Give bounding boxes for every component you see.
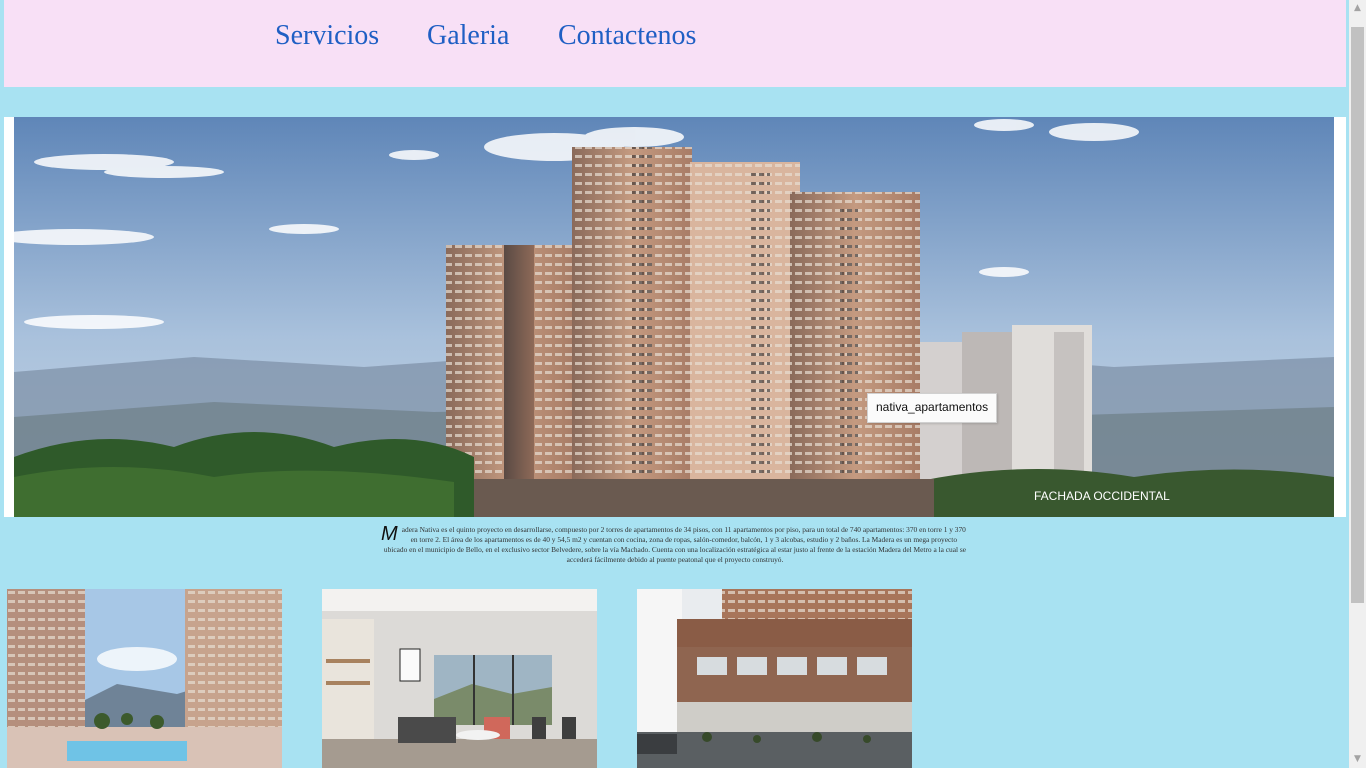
- gallery-image-facade[interactable]: [637, 589, 912, 768]
- description-text: adera Nativa es el quinto proyecto en de…: [383, 525, 967, 564]
- hero-building-illustration: FACHADA OCCIDENTAL: [14, 117, 1334, 517]
- hero-caption: FACHADA OCCIDENTAL: [1034, 489, 1170, 503]
- gallery-image-living-room[interactable]: [322, 589, 597, 768]
- nav-link-contactenos[interactable]: Contactenos: [558, 20, 696, 52]
- scrollbar-thumb[interactable]: [1351, 27, 1364, 603]
- top-navbar: Servicios Galeria Contactenos: [4, 0, 1346, 87]
- project-description: M adera Nativa es el quinto proyecto en …: [381, 523, 969, 565]
- vertical-scrollbar[interactable]: ▲ ▼: [1349, 0, 1366, 768]
- gallery-image-pool[interactable]: [7, 589, 282, 768]
- nav-link-galeria[interactable]: Galeria: [427, 20, 509, 52]
- nav-link-servicios[interactable]: Servicios: [275, 20, 379, 52]
- image-tooltip: nativa_apartamentos: [867, 393, 998, 423]
- scroll-down-icon[interactable]: ▼: [1349, 751, 1366, 768]
- hero-banner-image: FACHADA OCCIDENTAL: [4, 117, 1346, 517]
- scroll-up-icon[interactable]: ▲: [1349, 0, 1366, 17]
- description-dropcap: M: [381, 523, 398, 545]
